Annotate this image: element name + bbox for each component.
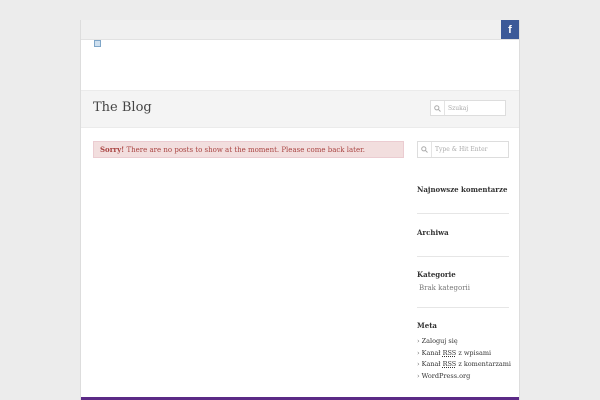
divider xyxy=(417,307,509,308)
site-title[interactable]: The Blog xyxy=(93,100,152,115)
login-link[interactable]: Zaloguj się xyxy=(422,337,458,345)
sidebar-search-box[interactable] xyxy=(417,141,509,158)
title-bar: The Blog xyxy=(81,90,519,128)
archives-title: Archiwa xyxy=(417,228,449,237)
sidebar-search-input[interactable] xyxy=(432,142,508,157)
meta-title: Meta xyxy=(417,321,437,330)
recent-comments-title: Najnowsze komentarze xyxy=(417,185,508,194)
divider xyxy=(417,256,509,257)
facebook-icon[interactable]: f xyxy=(501,20,519,39)
rss-abbr: RSS xyxy=(442,348,457,357)
entries-rss-post: z wpisami xyxy=(456,348,492,357)
header-search-box[interactable] xyxy=(430,100,506,116)
chevron-right-icon: › xyxy=(417,348,420,357)
wordpress-link[interactable]: WordPress.org xyxy=(422,372,471,380)
comments-rss-pre: Kanał xyxy=(421,360,443,368)
categories-empty: Brak kategorii xyxy=(419,284,471,292)
categories-title: Kategorie xyxy=(417,270,456,279)
list-item[interactable]: › Kanał RSS z komentarzami xyxy=(417,359,511,371)
meta-links: › Zaloguj się › Kanał RSS z wpisami › Kanał… xyxy=(417,336,511,382)
rss-abbr: RSS xyxy=(442,360,457,368)
page-container: f The Blog Sorry! There are no posts to … xyxy=(80,20,520,400)
search-icon xyxy=(418,142,432,157)
no-posts-alert: Sorry! There are no posts to show at the… xyxy=(93,141,404,158)
entries-rss-pre: Kanał xyxy=(421,348,443,357)
chevron-right-icon: › xyxy=(417,360,420,368)
alert-strong: Sorry! xyxy=(100,145,125,154)
broken-image-icon xyxy=(94,40,101,47)
search-icon xyxy=(431,101,445,115)
header-search-input[interactable] xyxy=(445,101,505,115)
entries-rss-link[interactable]: Kanał RSS z wpisami xyxy=(422,349,491,357)
chevron-right-icon: › xyxy=(417,337,420,345)
comments-rss-post: z komentarzami xyxy=(456,360,512,368)
list-item[interactable]: › WordPress.org xyxy=(417,371,511,383)
alert-message: There are no posts to show at the moment… xyxy=(124,146,365,154)
chevron-right-icon: › xyxy=(417,371,420,380)
divider xyxy=(417,213,509,214)
list-item[interactable]: › Kanał RSS z wpisami xyxy=(417,348,511,360)
comments-rss-link[interactable]: Kanał RSS z komentarzami xyxy=(422,360,511,368)
top-bar: f xyxy=(81,20,519,40)
list-item[interactable]: › Zaloguj się xyxy=(417,336,511,348)
